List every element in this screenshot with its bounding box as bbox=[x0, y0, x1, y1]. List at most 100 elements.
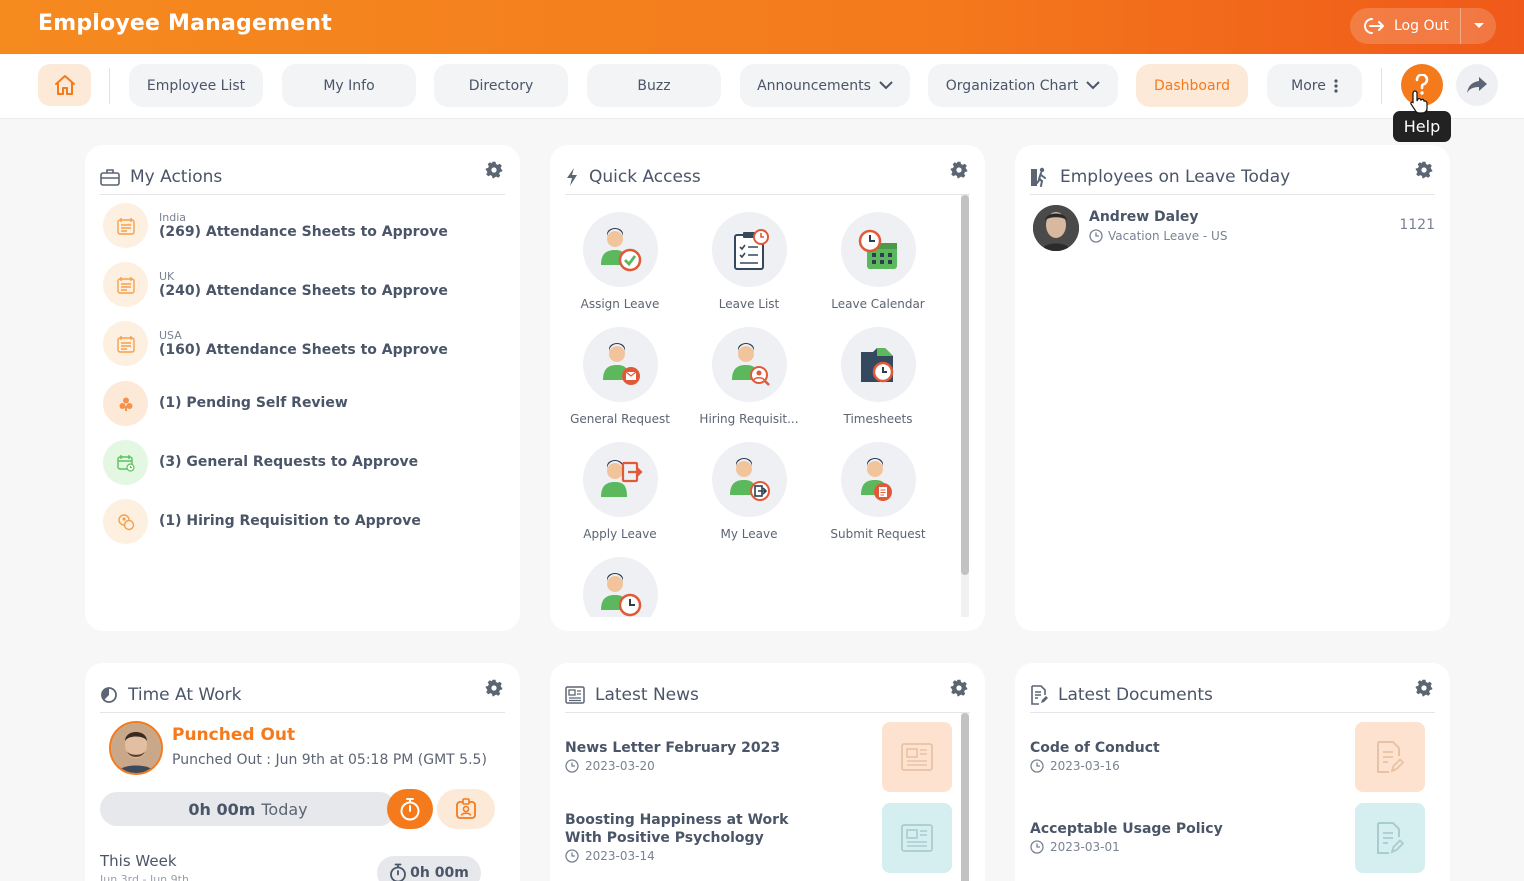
nav-more[interactable]: More bbox=[1267, 64, 1362, 107]
document-date-text: 2023-03-16 bbox=[1050, 759, 1120, 773]
qa-label: Submit Request bbox=[830, 527, 926, 541]
gear-icon[interactable] bbox=[485, 679, 503, 697]
nav-label: Buzz bbox=[637, 77, 671, 94]
avatar bbox=[109, 721, 163, 775]
nav-buzz[interactable]: Buzz bbox=[587, 64, 721, 107]
qa-my-leave[interactable]: My Leave bbox=[694, 442, 804, 541]
week-hours-pill: 0h 00m bbox=[377, 856, 481, 881]
action-label: (1) Hiring Requisition to Approve bbox=[159, 513, 421, 529]
self-review-icon bbox=[103, 381, 148, 426]
action-item-attendance-usa[interactable]: USA (160) Attendance Sheets to Approve bbox=[103, 321, 448, 366]
action-item-attendance-uk[interactable]: UK (240) Attendance Sheets to Approve bbox=[103, 262, 448, 307]
qa-general-request[interactable]: General Request bbox=[565, 327, 675, 426]
qa-timesheet-partial[interactable] bbox=[565, 557, 675, 617]
action-item-self-review[interactable]: (1) Pending Self Review bbox=[103, 381, 348, 426]
nav-directory[interactable]: Directory bbox=[434, 64, 568, 107]
news-scrollbar[interactable] bbox=[961, 713, 969, 881]
qa-label: Apply Leave bbox=[583, 527, 657, 541]
nav-label: My Info bbox=[323, 77, 375, 94]
share-button[interactable] bbox=[1456, 64, 1498, 106]
qa-label: Leave List bbox=[718, 297, 780, 311]
news-thumbnail[interactable] bbox=[882, 722, 952, 792]
nav-my-info[interactable]: My Info bbox=[282, 64, 416, 107]
quick-access-scrollbar[interactable] bbox=[961, 195, 969, 617]
scrollbar-thumb[interactable] bbox=[961, 713, 969, 881]
action-label: (160) Attendance Sheets to Approve bbox=[159, 341, 448, 358]
card-header: Quick Access bbox=[565, 159, 970, 195]
chevron-down-icon bbox=[879, 81, 893, 90]
week-label: This Week bbox=[100, 852, 177, 870]
apply-leave-icon bbox=[582, 442, 658, 517]
clock-icon bbox=[565, 759, 579, 773]
logout-group: Log Out bbox=[1350, 8, 1496, 44]
qa-label: General Request bbox=[570, 412, 670, 426]
nav-organization-chart[interactable]: Organization Chart bbox=[928, 64, 1118, 107]
qa-label: My Leave bbox=[720, 527, 778, 541]
leave-calendar-icon bbox=[840, 212, 916, 287]
app-title: Employee Management bbox=[38, 11, 332, 36]
news-thumbnail[interactable] bbox=[882, 803, 952, 873]
gear-icon[interactable] bbox=[1415, 161, 1433, 179]
leave-type-label: Vacation Leave - US bbox=[1108, 229, 1228, 243]
attendance-badge-button[interactable] bbox=[437, 789, 495, 829]
scrollbar-thumb[interactable] bbox=[961, 195, 969, 575]
document-thumbnail[interactable] bbox=[1355, 803, 1425, 873]
clock-icon bbox=[565, 849, 579, 863]
document-edit-icon bbox=[1377, 741, 1405, 773]
qa-leave-calendar[interactable]: Leave Calendar bbox=[823, 212, 933, 311]
qa-timesheets[interactable]: Timesheets bbox=[823, 327, 933, 426]
stopwatch-icon bbox=[390, 863, 407, 881]
nav-label: Dashboard bbox=[1154, 77, 1230, 94]
news-title: News Letter February 2023 bbox=[565, 740, 781, 756]
action-item-attendance-india[interactable]: India (269) Attendance Sheets to Approve bbox=[103, 203, 448, 248]
top-bar: Employee Management Log Out bbox=[0, 0, 1524, 54]
news-date-text: 2023-03-20 bbox=[585, 759, 655, 773]
gear-icon[interactable] bbox=[950, 161, 968, 179]
help-tooltip: Help bbox=[1393, 105, 1451, 142]
punch-status: Punched Out bbox=[172, 725, 296, 745]
action-sub: India bbox=[159, 210, 186, 224]
person-walking-icon bbox=[1031, 167, 1046, 187]
leave-clock-icon bbox=[582, 557, 658, 617]
employee-on-leave-row[interactable]: Andrew Daley Vacation Leave - US 1121 bbox=[1033, 205, 1435, 253]
nav-announcements[interactable]: Announcements bbox=[740, 64, 910, 107]
submit-request-icon bbox=[840, 442, 916, 517]
nav-dashboard[interactable]: Dashboard bbox=[1136, 64, 1248, 107]
attendance-sheet-icon bbox=[103, 262, 148, 307]
employee-leave-type: Vacation Leave - US bbox=[1089, 229, 1227, 243]
gear-icon[interactable] bbox=[1415, 679, 1433, 697]
logout-button[interactable]: Log Out bbox=[1350, 8, 1460, 44]
qa-hiring-requisition[interactable]: Hiring Requisit... bbox=[694, 327, 804, 426]
qa-apply-leave[interactable]: Apply Leave bbox=[565, 442, 675, 541]
my-actions-card: My Actions India (269) Attendance Sheets … bbox=[85, 145, 520, 631]
action-item-hiring-requisition[interactable]: (1) Hiring Requisition to Approve bbox=[103, 499, 421, 544]
news-title: Boosting Happiness at Work With Positive… bbox=[565, 812, 789, 846]
nav-employee-list[interactable]: Employee List bbox=[129, 64, 263, 107]
punch-button[interactable] bbox=[387, 789, 433, 829]
share-arrow-icon bbox=[1467, 77, 1487, 93]
document-thumbnail[interactable] bbox=[1355, 722, 1425, 792]
card-title: Quick Access bbox=[589, 166, 701, 187]
action-sub: UK bbox=[159, 269, 175, 283]
gear-icon[interactable] bbox=[485, 161, 503, 179]
action-sub: USA bbox=[159, 328, 182, 342]
logout-icon bbox=[1364, 18, 1384, 34]
caret-down-icon bbox=[1473, 23, 1484, 28]
news-date-text: 2023-03-14 bbox=[585, 849, 655, 863]
card-title: Employees on Leave Today bbox=[1060, 166, 1291, 187]
avatar bbox=[1033, 205, 1079, 251]
qa-label: Hiring Requisit... bbox=[699, 412, 799, 426]
home-button[interactable] bbox=[38, 64, 91, 106]
qa-label: Leave Calendar bbox=[831, 297, 925, 311]
action-item-general-requests[interactable]: (3) General Requests to Approve bbox=[103, 440, 418, 485]
pie-clock-icon bbox=[101, 686, 117, 703]
today-hours: 0h 00m bbox=[188, 799, 256, 819]
qa-leave-list[interactable]: Leave List bbox=[694, 212, 804, 311]
gear-icon[interactable] bbox=[950, 679, 968, 697]
logout-dropdown-button[interactable] bbox=[1461, 8, 1496, 44]
today-label: Today bbox=[261, 799, 308, 819]
nav-bar: Employee List My Info Directory Buzz Ann… bbox=[0, 54, 1524, 119]
qa-assign-leave[interactable]: Assign Leave bbox=[565, 212, 675, 311]
qa-submit-request[interactable]: Submit Request bbox=[823, 442, 933, 541]
week-range: Jun 3rd - Jun 9th bbox=[100, 873, 189, 881]
